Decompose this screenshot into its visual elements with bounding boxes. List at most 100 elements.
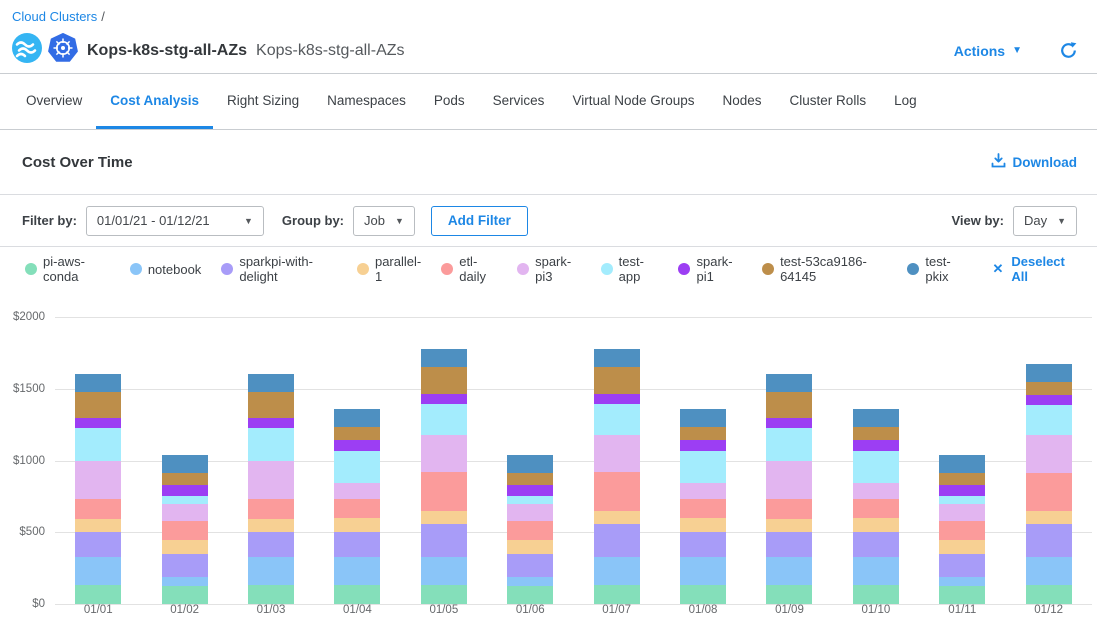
bar-segment-notebook [75, 557, 121, 585]
bar-01/03 [248, 317, 294, 604]
bar-segment-spark-pi1 [248, 418, 294, 428]
bar-segment-spark-pi3 [1026, 435, 1072, 473]
bar-segment-sparkpi-with-delight [162, 554, 208, 578]
legend-label: notebook [148, 262, 202, 277]
refresh-button[interactable] [1060, 42, 1077, 59]
bar-group [55, 317, 1092, 604]
bar-segment-test-pkix [421, 349, 467, 367]
group-by-dropdown[interactable]: Job ▼ [353, 206, 415, 236]
section-title: Cost Over Time [22, 154, 133, 171]
bar-segment-etl-daily [853, 499, 899, 518]
bar-01/11 [939, 317, 985, 604]
bar-segment-test-pkix [853, 409, 899, 427]
breadcrumb-separator: / [101, 9, 105, 24]
bar-segment-test-app [939, 496, 985, 504]
bar-segment-spark-pi1 [507, 485, 553, 496]
bar-segment-parallel-1 [248, 519, 294, 533]
tab-services[interactable]: Services [479, 74, 559, 129]
x-axis-tick-label: 01/07 [587, 604, 647, 616]
bar-segment-test-pkix [594, 349, 640, 367]
breadcrumb: Cloud Clusters / [0, 0, 1097, 28]
cost-over-time-chart: $0$500$1000$1500$2000 01/0101/0201/0301/… [0, 291, 1097, 634]
bar-segment-etl-daily [75, 499, 121, 519]
legend-item-parallel-1[interactable]: parallel-1 [357, 254, 421, 284]
legend-label: parallel-1 [375, 254, 421, 284]
tab-pods[interactable]: Pods [420, 74, 479, 129]
bar-segment-etl-daily [334, 499, 380, 518]
bar-segment-notebook [680, 557, 726, 585]
legend-color-dot [441, 263, 453, 275]
bar-segment-sparkpi-with-delight [1026, 524, 1072, 557]
tab-cluster-rolls[interactable]: Cluster Rolls [776, 74, 881, 129]
x-axis-tick-label: 01/08 [673, 604, 733, 616]
x-axis-tick-label: 01/10 [846, 604, 906, 616]
actions-button[interactable]: Actions ▼ [954, 43, 1022, 59]
legend-item-spark-pi3[interactable]: spark-pi3 [517, 254, 581, 284]
bar-segment-test-pkix [939, 455, 985, 473]
bar-segment-parallel-1 [594, 511, 640, 524]
bar-segment-etl-daily [766, 499, 812, 519]
tab-nodes[interactable]: Nodes [709, 74, 776, 129]
tab-cost-analysis[interactable]: Cost Analysis [96, 74, 213, 129]
breadcrumb-cloud-clusters-link[interactable]: Cloud Clusters [12, 9, 97, 24]
add-filter-button[interactable]: Add Filter [431, 206, 528, 236]
tab-log[interactable]: Log [880, 74, 931, 129]
tab-right-sizing[interactable]: Right Sizing [213, 74, 313, 129]
view-by-dropdown[interactable]: Day ▼ [1013, 206, 1077, 236]
bar-01/07 [594, 317, 640, 604]
legend-item-sparkpi-with-delight[interactable]: sparkpi-with-delight [221, 254, 337, 284]
bar-segment-test-53ca9186-64145 [1026, 382, 1072, 394]
bar-segment-parallel-1 [680, 518, 726, 532]
bar-segment-spark-pi1 [680, 440, 726, 450]
legend-item-spark-pi1[interactable]: spark-pi1 [678, 254, 742, 284]
bar-segment-test-53ca9186-64145 [594, 367, 640, 394]
tab-namespaces[interactable]: Namespaces [313, 74, 420, 129]
bar-segment-test-53ca9186-64145 [680, 427, 726, 441]
bar-segment-sparkpi-with-delight [75, 532, 121, 557]
x-axis-tick-label: 01/12 [1019, 604, 1079, 616]
bar-segment-test-53ca9186-64145 [766, 392, 812, 419]
tab-virtual-node-groups[interactable]: Virtual Node Groups [558, 74, 708, 129]
cluster-logos [12, 33, 78, 68]
bar-01/05 [421, 317, 467, 604]
bar-segment-test-app [162, 496, 208, 504]
legend-item-notebook[interactable]: notebook [130, 262, 202, 277]
bar-segment-spark-pi1 [334, 440, 380, 450]
bar-segment-spark-pi3 [334, 483, 380, 500]
bar-segment-spark-pi3 [680, 483, 726, 500]
bar-segment-sparkpi-with-delight [594, 524, 640, 557]
bar-segment-test-app [853, 451, 899, 483]
legend-item-etl-daily[interactable]: etl-daily [441, 254, 497, 284]
x-axis-tick-label: 01/11 [932, 604, 992, 616]
legend-label: etl-daily [459, 254, 497, 284]
view-by-label: View by: [951, 213, 1004, 228]
bar-segment-test-pkix [680, 409, 726, 427]
bar-segment-etl-daily [421, 472, 467, 511]
legend-color-dot [678, 263, 690, 275]
chart-plot-area: $0$500$1000$1500$2000 [55, 317, 1092, 604]
bar-segment-parallel-1 [1026, 511, 1072, 525]
bar-01/12 [1026, 317, 1072, 604]
legend-color-dot [25, 263, 37, 275]
bar-segment-sparkpi-with-delight [766, 532, 812, 557]
legend-color-dot [762, 263, 774, 275]
date-range-dropdown[interactable]: 01/01/21 - 01/12/21 ▼ [86, 206, 264, 236]
bar-segment-test-pkix [248, 374, 294, 392]
bar-segment-etl-daily [680, 499, 726, 518]
bar-segment-test-53ca9186-64145 [507, 473, 553, 485]
legend-item-test-pkix[interactable]: test-pkix [907, 254, 966, 284]
deselect-all-button[interactable]: ✕ Deselect All [992, 254, 1077, 284]
download-button[interactable]: Download [991, 153, 1078, 171]
bar-01/08 [680, 317, 726, 604]
x-axis-tick-label: 01/09 [759, 604, 819, 616]
cluster-header: Kops-k8s-stg-all-AZs Kops-k8s-stg-all-AZ… [0, 28, 1097, 73]
legend-item-pi-aws-conda[interactable]: pi-aws-conda [25, 254, 110, 284]
bar-segment-parallel-1 [853, 518, 899, 532]
legend-item-test-app[interactable]: test-app [601, 254, 659, 284]
bar-segment-test-app [421, 404, 467, 435]
legend-item-test-53ca9186-64145[interactable]: test-53ca9186-64145 [762, 254, 887, 284]
tab-overview[interactable]: Overview [12, 74, 96, 129]
y-axis-tick-label: $1500 [0, 383, 45, 395]
chevron-down-icon: ▼ [1057, 216, 1066, 226]
legend-label: spark-pi3 [535, 254, 581, 284]
